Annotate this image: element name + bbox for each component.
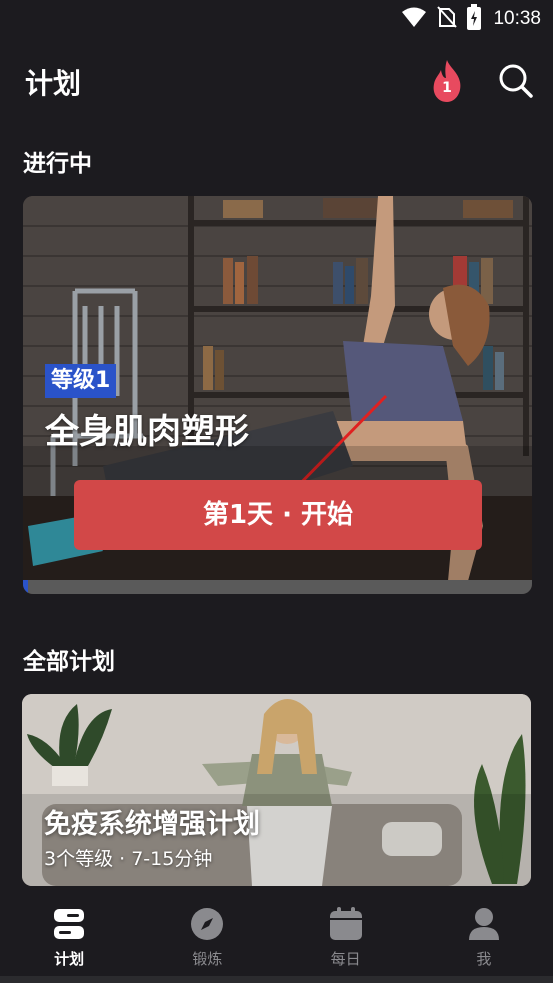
- streak-count: 1: [442, 80, 452, 96]
- plan-card[interactable]: 免疫系统增强计划 3个等级 · 7-15分钟: [22, 694, 531, 886]
- calendar-icon: [328, 906, 364, 942]
- nav-item-workout[interactable]: 锻炼: [138, 886, 276, 976]
- status-bar: 10:38: [0, 0, 553, 38]
- compass-icon: [189, 906, 225, 942]
- all-plans-section-title: 全部计划: [23, 649, 115, 675]
- start-day-button[interactable]: 第1天 · 开始: [74, 480, 482, 550]
- nav-label-me: 我: [476, 950, 492, 968]
- wifi-icon: [401, 6, 427, 32]
- active-plan-title: 全身肌肉塑形: [45, 412, 249, 452]
- app-header: 计划 1: [0, 50, 553, 112]
- nav-label-workout: 锻炼: [192, 950, 223, 968]
- plan-screen: 10:38 计划 1 进行中 等级1 全身肌肉塑形 第1天 · 开始 全部计划 …: [0, 0, 553, 983]
- level-badge: 等级1: [45, 364, 117, 398]
- plan-card-title: 免疫系统增强计划: [44, 809, 260, 840]
- bottom-nav: 计划 锻炼 每日 我: [0, 886, 553, 976]
- status-time: 10:38: [493, 8, 541, 29]
- nav-label-plan: 计划: [54, 950, 85, 968]
- nav-item-plan[interactable]: 计划: [0, 886, 138, 976]
- profile-icon: [466, 906, 502, 942]
- search-button[interactable]: [497, 62, 535, 100]
- nav-label-daily: 每日: [330, 950, 361, 968]
- plan-card-meta: 3个等级 · 7-15分钟: [44, 848, 213, 870]
- plan-progress-bar: [23, 580, 532, 594]
- no-sim-icon: [437, 5, 458, 33]
- plan-progress-fill: [23, 580, 29, 594]
- streak-counter[interactable]: 1: [428, 58, 466, 104]
- page-title: 计划: [25, 67, 82, 100]
- in-progress-section-title: 进行中: [23, 151, 92, 177]
- plan-icon: [51, 906, 87, 942]
- search-icon: [497, 64, 535, 104]
- system-strip: [0, 976, 553, 983]
- nav-item-daily[interactable]: 每日: [277, 886, 415, 976]
- nav-item-me[interactable]: 我: [415, 886, 553, 976]
- battery-charging-icon: [467, 4, 482, 34]
- active-plan-card[interactable]: 等级1 全身肌肉塑形 第1天 · 开始: [23, 196, 532, 594]
